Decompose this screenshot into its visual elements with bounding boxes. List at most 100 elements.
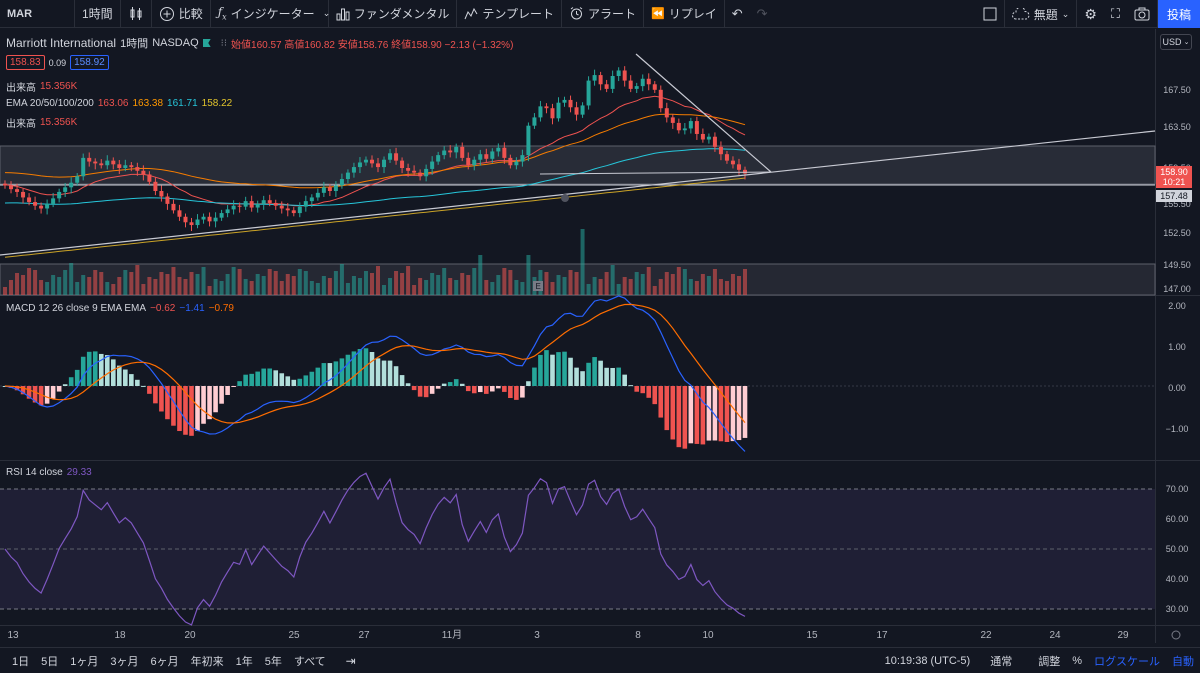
auto-scale-button[interactable]: 自動 [1166, 653, 1200, 669]
session-button[interactable]: 通常 [984, 653, 1018, 669]
volume-bar [99, 272, 104, 295]
interval-button[interactable]: 1時間 [75, 0, 121, 28]
candle-body [183, 216, 188, 223]
volume-bar [712, 269, 717, 295]
time-tick-label: 8 [635, 630, 641, 641]
macd-histogram-bar [640, 386, 646, 394]
chart-area[interactable]: E 167.50163.50159.50155.50152.50149.5014… [0, 29, 1200, 643]
ask-button[interactable]: 158.92 [70, 55, 109, 70]
publish-button[interactable]: 投稿 [1158, 0, 1200, 28]
candle-body [243, 201, 248, 207]
log-scale-button[interactable]: ログスケール [1088, 653, 1166, 669]
macd-histogram-bar [141, 385, 146, 387]
layout-name-button[interactable]: 無題 ⌄ [1005, 0, 1078, 28]
candle-body [309, 197, 314, 202]
symbol-search[interactable]: MAR [0, 0, 75, 28]
volume-bar [345, 283, 350, 295]
volume-bar [123, 270, 128, 295]
volume-bar [15, 273, 20, 295]
range-button[interactable]: 5年 [259, 653, 288, 669]
currency-selector[interactable]: USD ⌄ [1160, 34, 1192, 50]
time-axis-ticks[interactable]: 13 18 20 25 27 11月 3 8 10 15 17 22 24 29 [7, 629, 1129, 641]
support-zone-rectangle[interactable] [0, 145, 1156, 185]
alert-button[interactable]: アラート [562, 0, 645, 28]
macd-histogram-bar [682, 386, 688, 449]
macd-histogram-bar [50, 386, 56, 399]
layout-name-label: 無題 [1033, 7, 1058, 22]
macd-histogram-bar [56, 386, 62, 392]
fullscreen-button[interactable]: ⛶ [1104, 0, 1127, 28]
candle-body [69, 182, 74, 188]
macd-histogram-bar [129, 374, 134, 386]
candle-body [15, 189, 20, 192]
indicators-button[interactable]: ƒx インジケーター ⌄ [211, 0, 330, 28]
macd-histogram-bar [453, 379, 459, 386]
macd-histogram-bar [598, 360, 603, 386]
snapshot-button[interactable] [1127, 0, 1158, 28]
earnings-marker[interactable] [561, 194, 569, 202]
adjust-button[interactable]: 調整 [1032, 653, 1066, 669]
macd-histogram-bar [730, 386, 736, 442]
candle-body [213, 217, 218, 222]
legend-dots-icon[interactable]: ⁝⁝ [221, 38, 227, 49]
range-button[interactable]: 1日 [6, 653, 35, 669]
candle-body [201, 216, 206, 220]
templates-button[interactable]: テンプレート [457, 0, 562, 28]
volume-bar [502, 268, 507, 295]
candle-body [363, 159, 368, 163]
macd-histogram-bar [706, 386, 712, 441]
macd-axis-ticks[interactable]: 2.00 1.00 0.00 −1.00 [1166, 301, 1189, 434]
volume-legend-2: 出来高 15.356K [6, 115, 77, 130]
chart-canvas[interactable]: E 167.50163.50159.50155.50152.50149.5014… [0, 29, 1200, 643]
range-button[interactable]: 1年 [230, 653, 259, 669]
range-button[interactable]: 3ヶ月 [104, 653, 144, 669]
macd-histogram-bar [538, 354, 543, 386]
candle-body [538, 106, 543, 118]
clock[interactable]: 10:19:38 (UTC-5) [879, 655, 977, 667]
percent-button[interactable]: % [1066, 655, 1088, 667]
rsi-axis-ticks[interactable]: 70.00 60.00 50.00 40.00 30.00 [1166, 484, 1189, 614]
macd-histogram-bar [110, 359, 116, 386]
candle-body [123, 165, 128, 168]
candle-body [279, 205, 284, 209]
layout-toggle-button[interactable] [976, 0, 1005, 28]
time-axis-settings-icon[interactable] [1171, 630, 1181, 640]
volume-bar [622, 277, 627, 295]
volume-bar [736, 276, 741, 295]
volume-bar [700, 274, 705, 295]
candle-body [249, 201, 254, 208]
volume-value: 15.356K [40, 81, 78, 92]
volume-bar [135, 265, 140, 295]
macd-histogram-bar [159, 386, 164, 412]
time-tick-label: 18 [114, 630, 126, 641]
templates-label: テンプレート [482, 7, 554, 21]
compare-button[interactable]: 比較 [152, 0, 211, 28]
volume-bar [743, 269, 747, 295]
candle-body [189, 222, 194, 226]
range-button[interactable]: すべて [288, 653, 332, 669]
replay-button[interactable]: ⏪ リプレイ [644, 0, 725, 28]
bottom-toolbar: 1日 5日 1ヶ月 3ヶ月 6ヶ月 年初来 1年 5年 すべて ⇥ 10:19:38 (UTC-… [0, 647, 1200, 673]
volume-bar [652, 286, 657, 295]
undo-button[interactable]: ↶ [725, 0, 750, 28]
candle-body [712, 136, 717, 147]
volume-bar [225, 274, 230, 295]
macd-histogram-bar [279, 373, 285, 386]
date-range-icon[interactable]: ⇥ [346, 654, 356, 668]
range-button[interactable]: 6ヶ月 [145, 653, 185, 669]
bid-button[interactable]: 158.83 [6, 55, 45, 70]
range-button[interactable]: 年初来 [185, 653, 230, 669]
macd-histogram-bar [291, 379, 297, 386]
range-button[interactable]: 5日 [35, 653, 64, 669]
candle-body [676, 122, 681, 131]
candle-body [297, 206, 302, 214]
volume-bar [568, 270, 573, 295]
redo-button[interactable]: ↷ [750, 0, 775, 28]
symbol-name[interactable]: Marriott International [6, 36, 116, 50]
fundamentals-button[interactable]: ファンダメンタル [329, 0, 458, 28]
macd-histogram-bar [369, 351, 375, 386]
candle-body [460, 146, 465, 158]
range-button[interactable]: 1ヶ月 [64, 653, 104, 669]
chart-type-button[interactable] [121, 0, 152, 28]
settings-button[interactable]: ⚙ [1077, 0, 1104, 28]
